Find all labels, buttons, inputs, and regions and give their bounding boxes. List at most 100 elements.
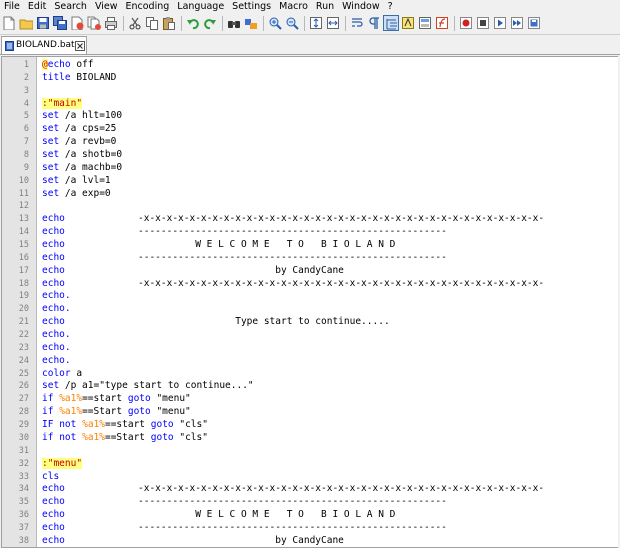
code-text: echo ------------------------------------… xyxy=(42,226,447,239)
replace-button[interactable] xyxy=(243,15,259,31)
menu-encoding[interactable]: Encoding xyxy=(122,0,174,13)
paste-button[interactable] xyxy=(161,15,177,31)
user-defined-language-button[interactable] xyxy=(400,15,416,31)
close-all-button[interactable] xyxy=(86,15,102,31)
keyword-token: set xyxy=(42,110,60,122)
code-lines: 1 @echo off 2 title BIOLAND 3 4:"main" 5 set /a… xyxy=(2,59,618,547)
code-text: set /a hlt=100 xyxy=(42,110,122,123)
menu-run[interactable]: Run xyxy=(312,0,338,13)
menu-window[interactable]: Window xyxy=(338,0,383,13)
undo-button[interactable] xyxy=(185,15,201,31)
menu-settings[interactable]: Settings xyxy=(228,0,275,13)
code-line: 21 echo Type start to continue..... xyxy=(2,316,618,329)
label-token: :"menu" xyxy=(42,457,83,469)
document-map-button[interactable] xyxy=(417,15,433,31)
keyword-token: goto xyxy=(150,431,174,443)
code-line: 14 echo ----------------------------------… xyxy=(2,226,618,239)
keyword-token: color xyxy=(42,367,71,379)
show-all-characters-button[interactable] xyxy=(366,15,382,31)
menu-language[interactable]: Language xyxy=(173,0,228,13)
line-number: 6 xyxy=(23,124,29,135)
code-line: 33 cls xyxy=(2,471,618,484)
line-number: 33 xyxy=(18,471,29,482)
text-token: ==start xyxy=(82,393,128,405)
line-number: 38 xyxy=(18,535,29,546)
code-line: 1 @echo off xyxy=(2,59,618,72)
code-text: echo. xyxy=(42,342,71,355)
code-text: echo ------------------------------------… xyxy=(42,496,447,509)
zoom-out-button[interactable] xyxy=(284,15,300,31)
code-line: 26 set /p a1="type start to continue..." xyxy=(2,380,618,393)
playback-button[interactable] xyxy=(492,15,508,31)
variable-token: %a1% xyxy=(82,419,105,431)
text-token: by CandyCane xyxy=(138,264,344,276)
save-button[interactable] xyxy=(35,15,51,31)
line-number: 7 xyxy=(23,137,29,148)
function-list-button[interactable] xyxy=(434,15,450,31)
text-token: off xyxy=(70,59,94,70)
line-number: 30 xyxy=(18,432,29,443)
toolbar-separator xyxy=(123,16,124,31)
zoom-in-button[interactable] xyxy=(267,15,283,31)
menu-file[interactable]: File xyxy=(0,0,24,13)
keyword-token: goto xyxy=(127,393,151,405)
keyword-token: echo xyxy=(47,59,71,70)
code-line: 2 title BIOLAND xyxy=(2,72,618,85)
text-token: ----------------------------------------… xyxy=(138,251,447,263)
menu-macro[interactable]: Macro xyxy=(275,0,312,13)
redo-button[interactable] xyxy=(202,15,218,31)
variable-token: %a1% xyxy=(59,406,83,418)
line-number: 23 xyxy=(18,342,29,353)
code-line: 18 echo -x-x-x-x-x-x-x-x-x-x-x-x-x-x-x-x-x… xyxy=(2,278,618,291)
code-text: if %a1%==Start goto "menu" xyxy=(42,406,191,419)
editor[interactable]: 1 @echo off 2 title BIOLAND 3 4:"main" 5 set /a… xyxy=(1,56,618,548)
sync-vertical-button[interactable] xyxy=(308,15,324,31)
indent-guide-button[interactable] xyxy=(383,15,399,31)
menu-edit[interactable]: Edit xyxy=(24,0,50,13)
keyword-token: if xyxy=(42,406,54,418)
text-token: by CandyCane xyxy=(138,534,344,546)
line-number: 37 xyxy=(18,522,29,533)
code-line: 7 set /a revb=0 xyxy=(2,136,618,149)
code-text: echo -x-x-x-x-x-x-x-x-x-x-x-x-x-x-x-x-x-x… xyxy=(42,483,544,496)
text-token: a xyxy=(70,367,83,379)
code-text: cls xyxy=(42,471,59,484)
copy-button[interactable] xyxy=(144,15,160,31)
text-token: /p a1="type start to continue..." xyxy=(59,380,254,392)
keyword-token: cls xyxy=(42,470,60,482)
text-token: /a revb=0 xyxy=(59,136,117,148)
sync-horizontal-button[interactable] xyxy=(325,15,341,31)
keyword-token: not xyxy=(59,431,77,443)
stop-recording-button[interactable] xyxy=(475,15,491,31)
menu-help[interactable]: ? xyxy=(384,0,397,13)
line-number: 15 xyxy=(18,240,29,251)
new-file-button[interactable] xyxy=(1,15,17,31)
save-macro-button[interactable] xyxy=(526,15,542,31)
print-button[interactable] xyxy=(103,15,119,31)
cut-button[interactable] xyxy=(127,15,143,31)
record-macro-button[interactable] xyxy=(458,15,474,31)
find-button[interactable] xyxy=(226,15,242,31)
word-wrap-button[interactable] xyxy=(349,15,365,31)
line-number: 25 xyxy=(18,368,29,379)
code-line: 31 xyxy=(2,445,618,458)
tab-bioland-bat[interactable]: BIOLAND.bat xyxy=(1,36,87,54)
code-text: set /a exp=0 xyxy=(42,188,111,201)
save-all-button[interactable] xyxy=(52,15,68,31)
code-text: set /a machb=0 xyxy=(42,162,122,175)
line-number: 1 xyxy=(23,60,29,70)
toolbar-separator xyxy=(345,16,346,31)
close-button[interactable] xyxy=(69,15,85,31)
code-line: 38 echo by CandyCane xyxy=(2,534,618,547)
line-number: 31 xyxy=(18,445,29,456)
open-file-button[interactable] xyxy=(18,15,34,31)
code-line: 16 echo ----------------------------------… xyxy=(2,252,618,265)
code-line: 6 set /a cps=25 xyxy=(2,123,618,136)
menu-view[interactable]: View xyxy=(91,0,122,13)
line-number: 8 xyxy=(23,150,29,161)
keyword-token: echo xyxy=(42,496,65,508)
text-token: W E L C O M E T O B I O L A N D xyxy=(138,239,396,251)
text-token: -x-x-x-x-x-x-x-x-x-x-x-x-x-x-x-x-x-x-x-x… xyxy=(138,277,545,289)
run-macro-multiple-button[interactable] xyxy=(509,15,525,31)
menu-search[interactable]: Search xyxy=(50,0,91,13)
